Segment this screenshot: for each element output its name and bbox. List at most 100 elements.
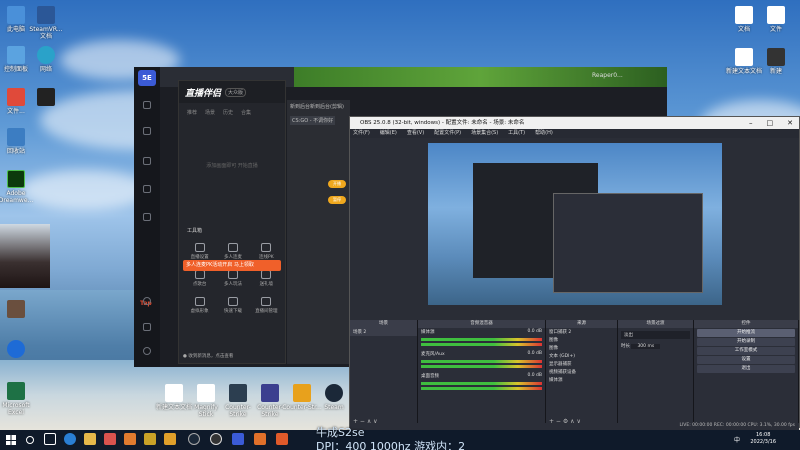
menu-edit[interactable]: 编辑(E) — [380, 129, 397, 138]
start-streaming-button[interactable]: 开始推流 — [697, 329, 795, 337]
app-icon[interactable] — [124, 433, 136, 445]
desktop-icon-excel[interactable]: Microsoft Excel — [0, 382, 36, 416]
sources-dock: 来源 窗口捕获 2 图像 图像 文本 (GDI+) 显示器捕获 视频捕获设备 媒… — [546, 320, 618, 427]
tab-history[interactable]: 历史 — [223, 109, 233, 116]
source-item[interactable]: 图像 — [546, 336, 617, 344]
tool-room-manage[interactable]: 直播间管理 — [250, 297, 283, 314]
app-icon[interactable] — [164, 433, 176, 445]
tool-multi-mic[interactable]: 多人连麦 — [216, 243, 249, 260]
pause-pill[interactable]: 暂停 — [328, 196, 346, 204]
source-item[interactable]: 媒体源 — [546, 376, 617, 384]
search-icon[interactable] — [26, 436, 34, 444]
desktop-icon-doc-2[interactable]: 文件 — [756, 6, 796, 33]
csgo-icon — [293, 384, 311, 402]
power-icon[interactable] — [143, 347, 151, 355]
manage-icon — [261, 297, 272, 306]
user-icon — [227, 243, 238, 252]
desktop-icon-dreamweaver[interactable]: Adobe Dreamwe... — [0, 170, 36, 204]
shortcut-steam[interactable]: Steam — [314, 384, 354, 411]
desktop-icon-small-photo[interactable] — [0, 300, 36, 320]
message-notice[interactable]: ● 收到新消息，点击查看 — [183, 353, 233, 359]
desktop-icon-network[interactable]: 网络 — [26, 46, 66, 73]
scene-item[interactable]: 场景 2 — [350, 328, 417, 336]
desktop-icon-app[interactable] — [0, 340, 36, 360]
game-icon — [227, 270, 238, 279]
edge-icon[interactable] — [64, 433, 76, 445]
transition-duration[interactable]: 时长 300 ms — [618, 342, 693, 350]
mixer-dock: 音频混音器 媒体源 0.0 dB 麦克风/Aux 0.0 dB 桌面音频 0.0… — [418, 320, 546, 427]
mixer-meter-3[interactable] — [421, 382, 542, 385]
app-icon[interactable] — [144, 433, 156, 445]
tool-download[interactable]: 快速下载 — [216, 297, 249, 314]
menu-view[interactable]: 查看(V) — [407, 129, 424, 138]
tool-multi-play[interactable]: 多人玩法 — [216, 270, 249, 287]
maximize-icon[interactable]: □ — [767, 117, 774, 129]
source-item[interactable]: 视频捕获设备 — [546, 368, 617, 376]
desktop-icon-recycle[interactable]: 回收站 — [0, 128, 36, 155]
app-icon[interactable] — [276, 433, 288, 445]
ime-indicator[interactable]: 中 — [734, 435, 740, 444]
5e-icon[interactable] — [232, 433, 244, 445]
mixer-meter-1[interactable] — [421, 338, 542, 341]
minimize-icon[interactable]: – — [749, 117, 753, 129]
source-item[interactable]: 显示器捕获 — [546, 360, 617, 368]
avatar-icon — [194, 297, 205, 306]
document-icon — [767, 6, 785, 24]
menu-scene-collection[interactable]: 场景集合(S) — [471, 129, 498, 138]
obs-icon[interactable] — [210, 433, 222, 445]
mixer-meter-2b[interactable] — [421, 365, 542, 368]
tool-song[interactable]: 点歌台 — [183, 270, 216, 287]
tab-recommend[interactable]: 推荐 — [187, 109, 197, 116]
windows-start-icon[interactable] — [6, 435, 16, 445]
menu-file[interactable]: 文件(F) — [353, 129, 370, 138]
menu-profile[interactable]: 配置文件(P) — [434, 129, 461, 138]
studio-mode-button[interactable]: 工作室模式 — [697, 347, 795, 355]
taskbar-clock[interactable]: 16:08 2022/3/16 — [750, 432, 776, 446]
tool-live-settings[interactable]: 直播设置 — [183, 243, 216, 260]
explorer-icon[interactable] — [84, 433, 96, 445]
task-view-icon[interactable] — [44, 433, 56, 445]
live-helper-icon[interactable] — [254, 433, 266, 445]
tool-avatar[interactable]: 虚拟形象 — [183, 297, 216, 314]
shield-icon[interactable] — [143, 101, 151, 109]
tab-collection[interactable]: 合集 — [241, 109, 251, 116]
live-helper-window[interactable]: 直播伴侣 大众版 推荐 场景 历史 合集 添加画面即可 开始直播 工具箱 直播设… — [178, 80, 286, 364]
start-recording-button[interactable]: 开始录制 — [697, 338, 795, 346]
source-item[interactable]: 窗口捕获 2 — [546, 328, 617, 336]
source-item[interactable]: 文本 (GDI+) — [546, 352, 617, 360]
desktop-icon-doc-4[interactable]: 新建 — [756, 48, 796, 75]
monitor-icon — [7, 128, 25, 146]
sword-icon[interactable] — [143, 157, 151, 165]
source-item[interactable]: 图像 — [546, 344, 617, 352]
tool-pk[interactable]: 连线PK — [250, 243, 283, 260]
mixer-meter-3b[interactable] — [421, 387, 542, 390]
menu-tools[interactable]: 工具(T) — [508, 129, 525, 138]
steam-icon[interactable] — [188, 433, 200, 445]
obs-menubar: 文件(F) 编辑(E) 查看(V) 配置文件(P) 场景集合(S) 工具(T) … — [350, 129, 799, 138]
search-icon[interactable] — [143, 297, 151, 305]
desktop-icon-game[interactable] — [26, 88, 66, 108]
obs-preview[interactable] — [350, 138, 799, 320]
desktop-icon-avatar[interactable] — [0, 224, 50, 288]
close-icon[interactable]: ✕ — [787, 117, 793, 129]
home-icon[interactable] — [143, 127, 151, 135]
settings-button[interactable]: 设置 — [697, 356, 795, 364]
start-live-pill[interactable]: 开播 — [328, 180, 346, 188]
pk-promo-banner[interactable]: 多人连麦PK活动开启 马上领取 — [183, 260, 281, 271]
tab-scene[interactable]: 场景 — [205, 109, 215, 116]
cup-icon[interactable] — [143, 185, 151, 193]
wifi-icon[interactable] — [143, 213, 151, 221]
menu-help[interactable]: 帮助(H) — [535, 129, 553, 138]
cs-label: CS:GO - 不调你好 — [290, 116, 336, 125]
desktop-icon-word[interactable]: SteamVR... 文档 — [26, 6, 66, 40]
5e-logo[interactable]: 5E — [138, 70, 156, 86]
mixer-meter-2[interactable] — [421, 360, 542, 363]
exit-button[interactable]: 退出 — [697, 365, 795, 373]
user-name[interactable]: Reaper0... — [592, 72, 623, 79]
settings-icon[interactable] — [143, 323, 151, 331]
mixer-meter-1b[interactable] — [421, 343, 542, 346]
obs-window[interactable]: OBS 25.0.8 (32-bit, windows) - 配置文件: 未命名… — [349, 116, 800, 428]
transition-type[interactable]: 淡出 — [621, 331, 690, 339]
tool-gift-wall[interactable]: 送礼墙 — [250, 270, 283, 287]
app-icon[interactable] — [104, 433, 116, 445]
